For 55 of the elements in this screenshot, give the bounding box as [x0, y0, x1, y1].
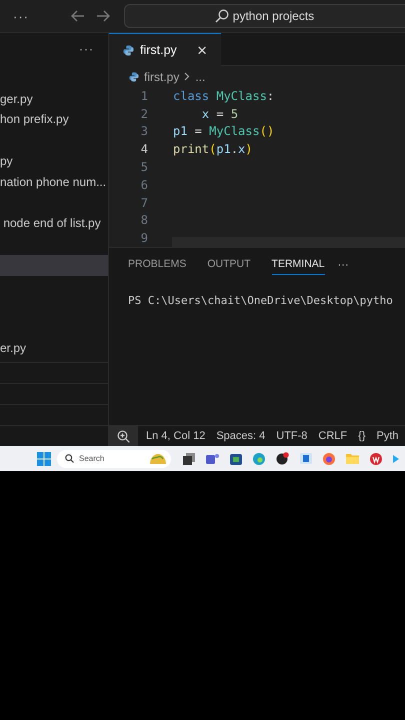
app-icon[interactable]	[276, 452, 289, 465]
panel-tab[interactable]: TERMINAL	[272, 254, 325, 275]
tab-label: first.py	[140, 43, 177, 57]
line-number: 7	[140, 196, 148, 210]
file-item[interactable]: er.py	[0, 338, 108, 359]
more-menu[interactable]: ···	[79, 42, 94, 56]
status-item[interactable]: Ln 4, Col 12	[146, 430, 206, 442]
terminal-prompt: PS C:\Users\chait\OneDrive\Desktop\pytho	[127, 294, 394, 307]
file-item[interactable]: nation phone num...	[0, 172, 108, 193]
code-line: print(p1.x)	[173, 142, 253, 156]
code-line: x = 5	[200, 106, 238, 121]
task-view-icon[interactable]	[183, 452, 195, 464]
more-menu[interactable]: ···	[338, 258, 349, 270]
file-item[interactable]: node end of list.py	[0, 213, 108, 234]
code-line: class MyClass:	[173, 88, 274, 103]
zoom-in-icon	[116, 430, 130, 442]
close-button[interactable]: ×	[197, 42, 207, 58]
line-number: 3	[140, 124, 148, 138]
panel-tab[interactable]: OUTPUT	[207, 254, 251, 275]
file-item[interactable]: ger.py	[0, 88, 108, 110]
line-number: 9	[140, 231, 148, 246]
line-number: 2	[140, 106, 148, 121]
window-icon[interactable]	[300, 453, 312, 464]
line-number: 4	[140, 142, 148, 156]
line-number: 5	[140, 160, 148, 174]
file-item[interactable]: hon prefix.py	[0, 109, 108, 130]
search-icon	[65, 454, 74, 463]
status-item[interactable]: Spaces: 4	[216, 430, 266, 442]
more-menu[interactable]: ···	[13, 8, 29, 24]
command-center-search[interactable]: python projects	[124, 4, 405, 28]
windows-start-icon[interactable]	[37, 452, 51, 466]
line-number: 1	[140, 88, 148, 103]
breadcrumb-item[interactable]: ...	[195, 70, 206, 84]
file-item[interactable]: py	[0, 151, 108, 172]
python-file-icon	[123, 44, 134, 56]
panel-tab[interactable]: PROBLEMS	[128, 254, 186, 275]
line-number: 8	[140, 213, 148, 228]
forward-arrow-icon[interactable]	[96, 10, 110, 22]
office-app-icon[interactable]	[370, 452, 382, 464]
back-arrow-icon[interactable]	[71, 10, 85, 22]
status-item[interactable]: CRLF	[318, 430, 348, 442]
breadcrumb-item[interactable]: first.py	[144, 70, 180, 84]
zoom-button[interactable]	[108, 426, 138, 446]
status-item[interactable]: UTF-8	[276, 430, 308, 442]
editor-tab[interactable]: first.py ×	[109, 33, 221, 66]
search-icon	[214, 9, 229, 23]
status-item[interactable]: Pyth	[376, 430, 399, 442]
code-line: p1 = MyClass()	[173, 124, 274, 138]
status-item[interactable]: {}	[358, 430, 366, 442]
browser-icon[interactable]	[253, 452, 265, 464]
chevron-icon	[184, 72, 190, 81]
line-number: 6	[140, 178, 148, 192]
taco-icon	[149, 452, 167, 464]
python-file-icon	[129, 72, 139, 82]
taskbar-search-field[interactable]: Search	[57, 450, 171, 468]
